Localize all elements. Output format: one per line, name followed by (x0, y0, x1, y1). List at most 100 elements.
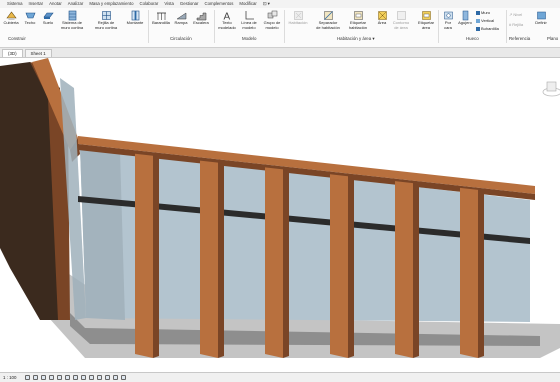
separator (214, 10, 215, 43)
analytical-model-icon[interactable] (113, 375, 119, 380)
model-text-button[interactable]: A Texto modelado (216, 9, 238, 30)
room-button[interactable]: Habitación (287, 9, 309, 26)
ribbon-panel: Cubierta Techo Suelo Sistema de muro cor… (0, 8, 560, 48)
grid-button[interactable]: # Rejilla (509, 22, 523, 27)
vertical-opening-label: Vertical (481, 18, 495, 23)
tag-area-button[interactable]: Etiquetar área (413, 9, 439, 30)
tab-3d-view[interactable]: (3D) (2, 49, 23, 57)
ramp-button[interactable]: Rampa (170, 9, 192, 26)
visual-style-icon[interactable] (33, 375, 39, 380)
mullion-label: Montante (126, 20, 144, 25)
grid-label: Rejilla (512, 22, 524, 27)
crop-view-icon[interactable] (65, 375, 71, 380)
temp-hide-icon[interactable] (89, 375, 95, 380)
view-tab-bar: (3D) Sheet 1 (0, 48, 560, 58)
railing-button[interactable]: Barandilla (150, 9, 172, 26)
ceiling-label: Techo (24, 20, 36, 25)
ramp-label: Rampa (174, 20, 188, 25)
wall-opening-label: Muro (481, 10, 491, 15)
wood-fin (460, 187, 478, 358)
unlock-3d-icon[interactable] (81, 375, 87, 380)
wood-fin-side (478, 189, 484, 358)
model-group-button[interactable]: Grupo de modelo (261, 9, 283, 30)
roof-label: Cubierta (3, 20, 19, 25)
view-scale[interactable]: 1 : 100 (3, 375, 16, 380)
wood-fin (330, 174, 348, 358)
model-text-label: Texto modelado (218, 20, 236, 30)
room-label: Habitación (288, 20, 308, 25)
worksharing-icon[interactable] (105, 375, 111, 380)
wood-fin-side (218, 162, 224, 358)
group-habitacion-area[interactable]: Habitación y área ▾ (337, 36, 375, 42)
area-label: Área (377, 20, 387, 25)
curtain-grid-button[interactable]: Rejilla de muro cortina (92, 9, 120, 30)
show-crop-icon[interactable] (73, 375, 79, 380)
dormer-icon (476, 26, 480, 31)
room-separator-label: Separador de habitación (316, 20, 340, 30)
wood-fin-side (283, 169, 289, 358)
separator (148, 10, 149, 43)
room-separator-button[interactable]: Separador de habitación (314, 9, 342, 30)
tag-room-button[interactable]: Etiquetar habitación (345, 9, 371, 30)
group-referencia: Referencia (509, 36, 531, 41)
curtain-grid-label: Rejilla de muro cortina (94, 20, 118, 30)
ribbon-tab[interactable]: Masa y emplazamiento (86, 0, 136, 8)
stair-button[interactable]: Escalera (190, 9, 212, 26)
dormer-button[interactable]: Buhardilla (476, 26, 499, 31)
mullion-button[interactable]: Montante (124, 9, 146, 26)
highlight-icon[interactable] (121, 375, 127, 380)
separator (506, 10, 507, 43)
railing-label: Barandilla (152, 20, 170, 25)
dormer-label: Buhardilla (481, 26, 499, 31)
vertical-opening-icon (476, 18, 480, 23)
by-face-label: Por cara (444, 20, 452, 30)
glass-panel-row-shade (80, 148, 125, 320)
model-line-label: Línea de modelo (241, 20, 257, 30)
stair-label: Escalera (193, 20, 209, 25)
ribbon-tab-bar: Sistema Insertar Anotar Analizar Masa y empl… (0, 0, 560, 8)
wood-fin (265, 167, 283, 358)
ribbon-tab[interactable]: Sistema (4, 0, 26, 8)
level-label: Nivel (513, 12, 523, 17)
ribbon-tab[interactable]: Modificar (236, 0, 259, 8)
floor-button[interactable]: Suelo (37, 9, 59, 26)
model-line-button[interactable]: Línea de modelo (238, 9, 260, 30)
ribbon-tab[interactable]: Gestionar (177, 0, 202, 8)
render-icon[interactable] (57, 375, 63, 380)
ribbon-tab[interactable]: Analizar (65, 0, 87, 8)
ribbon-tab[interactable]: Complementos (202, 0, 237, 8)
shaft-button[interactable]: Agujero (454, 9, 476, 26)
wood-fin-side (413, 183, 419, 358)
wood-fin (135, 153, 153, 358)
sun-path-icon[interactable] (41, 375, 47, 380)
vertical-opening-button[interactable]: Vertical (476, 18, 494, 23)
group-modelo: Modelo (242, 36, 257, 41)
level-button[interactable]: ↗ Nivel (509, 12, 522, 17)
wall-opening-button[interactable]: Muro (476, 10, 490, 15)
curtain-system-button[interactable]: Sistema de muro cortina (58, 9, 86, 30)
group-circulacion: Circulación (170, 36, 192, 41)
ribbon-tab[interactable]: Anotar (46, 0, 65, 8)
area-boundary-button[interactable]: Contorno de área (390, 9, 412, 30)
shadows-icon[interactable] (49, 375, 55, 380)
set-label: Definir (535, 20, 547, 25)
view-cube-icon[interactable] (542, 81, 560, 97)
wood-fin-side (348, 176, 354, 358)
tab-sheet-1[interactable]: Sheet 1 (24, 49, 52, 57)
ribbon-tab[interactable]: Insertar (26, 0, 47, 8)
level-icon: ↗ (509, 12, 513, 17)
ribbon-tab[interactable]: ⊡ ▾ (260, 0, 273, 8)
set-button[interactable]: Definir (530, 9, 552, 26)
model-group-label: Grupo de modelo (263, 20, 281, 30)
group-construir: Construir (8, 36, 26, 41)
3d-viewport[interactable] (0, 58, 560, 372)
tag-room-label: Etiquetar habitación (348, 20, 368, 30)
ribbon-tab[interactable]: Colaborar (137, 0, 162, 8)
facade-3d-model[interactable] (0, 58, 560, 372)
shaft-label: Agujero (458, 20, 472, 25)
detail-level-icon[interactable] (25, 375, 31, 380)
ribbon-tab[interactable]: Vista (161, 0, 176, 8)
wood-fin (200, 160, 218, 358)
reveal-hidden-icon[interactable] (97, 375, 103, 380)
curtain-system-label: Sistema de muro cortina (60, 20, 84, 30)
